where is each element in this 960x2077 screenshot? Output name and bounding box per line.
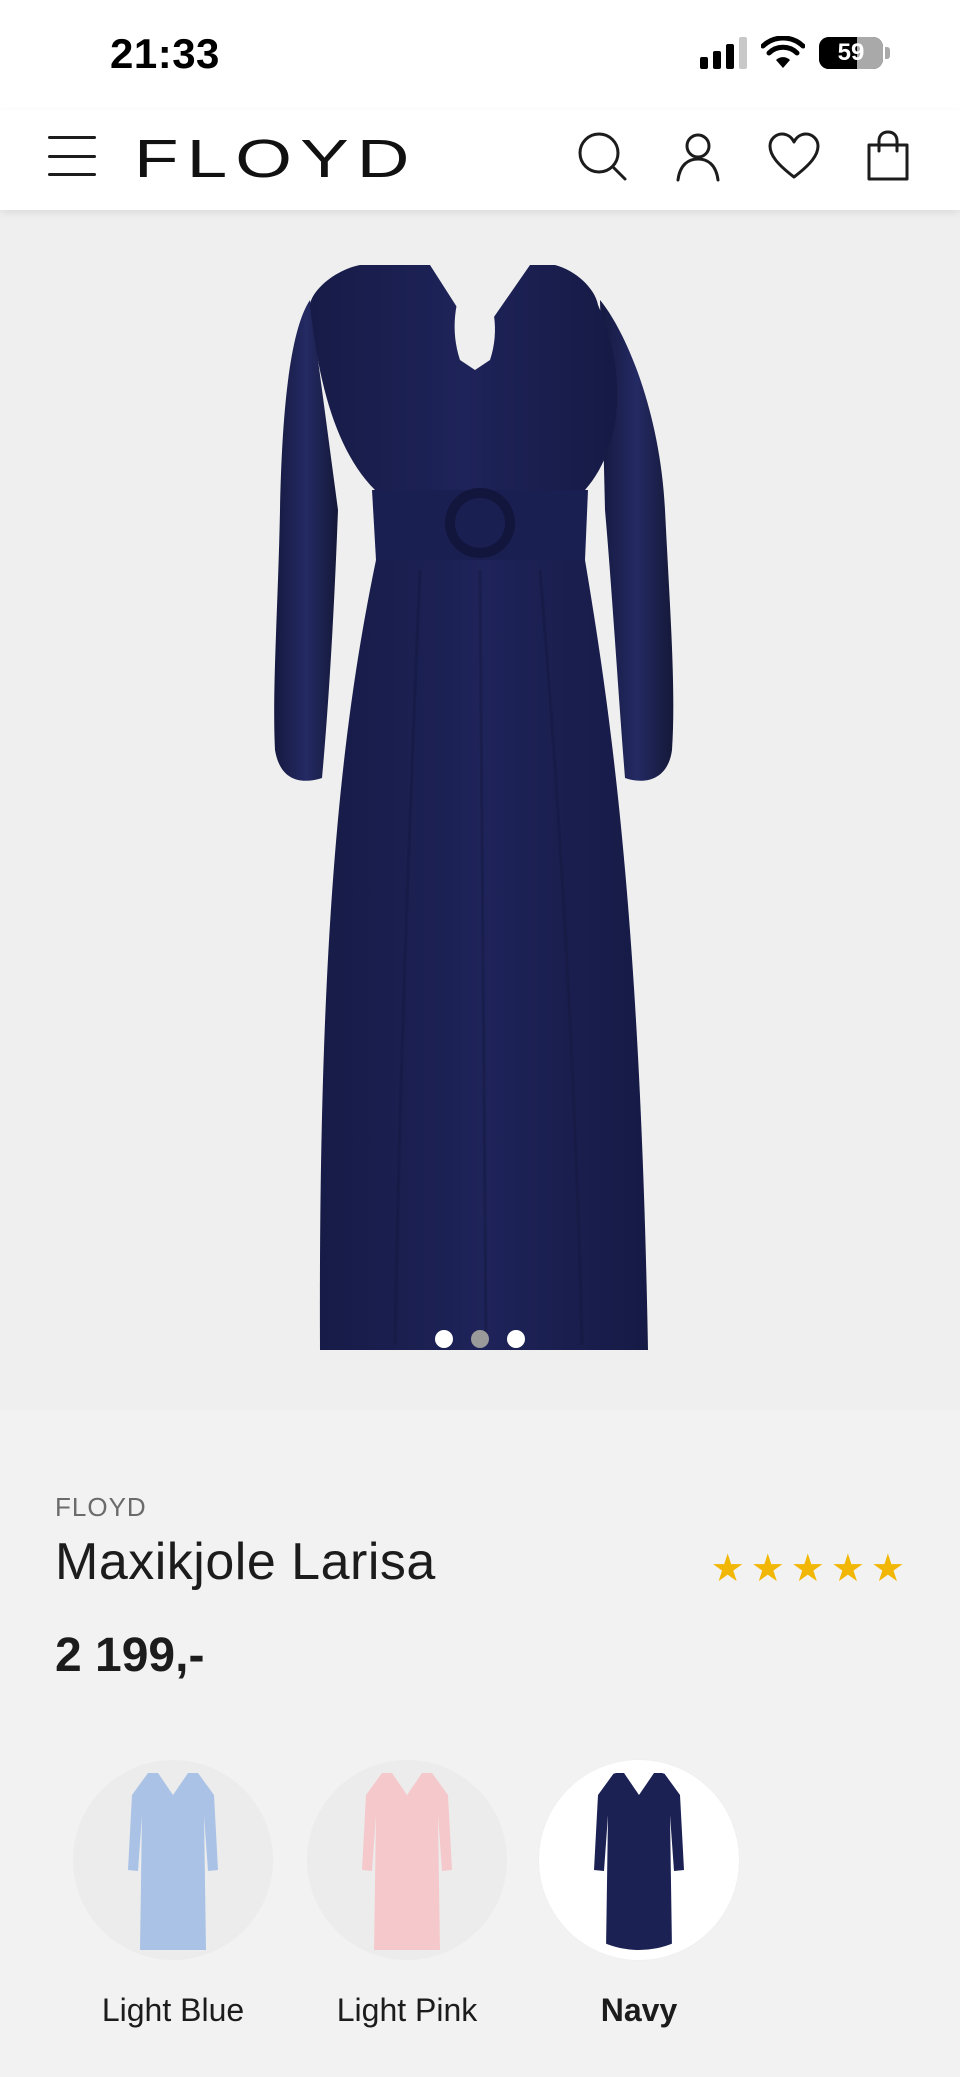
star-icon: ★ [710,1548,745,1590]
product-info: FLOYD Maxikjole Larisa ★ ★ ★ ★ ★ 2 199,-… [0,1410,960,2077]
gallery-dot-2[interactable] [471,1330,489,1348]
product-brand[interactable]: FLOYD [55,1492,147,1523]
heart-icon[interactable] [764,126,824,186]
menu-icon[interactable] [48,132,96,180]
product-image-gallery[interactable] [0,210,960,1410]
swatch-label: Light Pink [336,1992,478,2028]
gallery-pagination [0,1330,960,1348]
status-bar: 21:33 59 [0,0,960,110]
star-icon: ★ [790,1548,825,1590]
logo[interactable]: FLOYD [134,128,418,190]
swatch-light-pink[interactable]: Light Pink [302,1760,512,2050]
status-icons: 59 [700,36,890,70]
gallery-dot-1[interactable] [435,1330,453,1348]
product-image [274,265,674,1350]
battery-icon: 59 [819,37,883,69]
color-swatches: Light Blue Light Pink Navy [0,1760,960,2060]
swatch-image [307,1760,507,1960]
wifi-icon [761,36,805,68]
shopping-bag-icon[interactable] [858,126,918,186]
battery-tip [885,47,890,59]
site-header: FLOYD [0,110,960,210]
product-price: 2 199,- [55,1629,205,1682]
swatch-label: Light Blue [101,1992,245,2028]
search-icon[interactable] [572,126,632,186]
swatch-navy[interactable]: Navy [534,1760,744,2050]
gallery-dot-3[interactable] [507,1330,525,1348]
rating-stars[interactable]: ★ ★ ★ ★ ★ [711,1550,905,1588]
swatch-image [539,1760,739,1960]
swatch-image [73,1760,273,1960]
star-icon: ★ [750,1548,785,1590]
swatch-light-blue[interactable]: Light Blue [68,1760,278,2050]
signal-icon [700,37,747,69]
status-time: 21:33 [110,30,220,77]
star-icon: ★ [870,1548,905,1590]
battery-percent: 59 [837,39,865,66]
star-icon: ★ [830,1548,865,1590]
user-icon[interactable] [668,126,728,186]
swatch-label: Navy [600,1992,678,2028]
product-title: Maxikjole Larisa [55,1533,436,1591]
